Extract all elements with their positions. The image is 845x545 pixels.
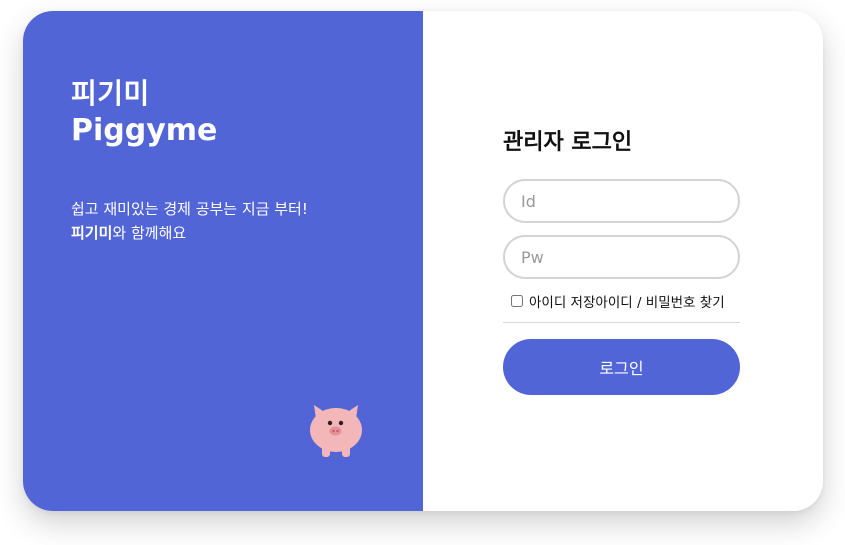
- remember-id-label[interactable]: 아이디 저장: [529, 291, 595, 311]
- pig-icon: [310, 405, 362, 457]
- tagline-rest: 와 함께해요: [112, 224, 187, 242]
- tagline-line-2: 피기미와 함께해요: [71, 221, 308, 245]
- tagline: 쉽고 재미있는 경제 공부는 지금 부터! 피기미와 함께해요: [71, 197, 308, 245]
- find-account-link[interactable]: 아이디 / 비밀번호 찾기: [595, 291, 724, 311]
- id-input[interactable]: [503, 179, 740, 223]
- brand-name-korean: 피기미: [71, 77, 150, 110]
- tagline-brand: 피기미: [71, 224, 113, 242]
- brand-name-english: Piggyme: [71, 113, 218, 148]
- login-title: 관리자 로그인: [503, 130, 633, 155]
- remember-row: 아이디 저장 아이디 / 비밀번호 찾기: [511, 291, 725, 311]
- tagline-line-1: 쉽고 재미있는 경제 공부는 지금 부터!: [71, 200, 308, 218]
- brand-panel: 피기미 Piggyme 쉽고 재미있는 경제 공부는 지금 부터! 피기미와 함…: [23, 11, 423, 511]
- login-button[interactable]: 로그인: [503, 339, 740, 395]
- remember-id-checkbox[interactable]: [511, 295, 523, 307]
- password-input[interactable]: [503, 235, 740, 279]
- login-card: 피기미 Piggyme 쉽고 재미있는 경제 공부는 지금 부터! 피기미와 함…: [23, 11, 823, 511]
- login-panel: 관리자 로그인 아이디 저장아이디 / 비밀번호 찾기 로그인: [423, 11, 823, 511]
- divider: [503, 322, 740, 323]
